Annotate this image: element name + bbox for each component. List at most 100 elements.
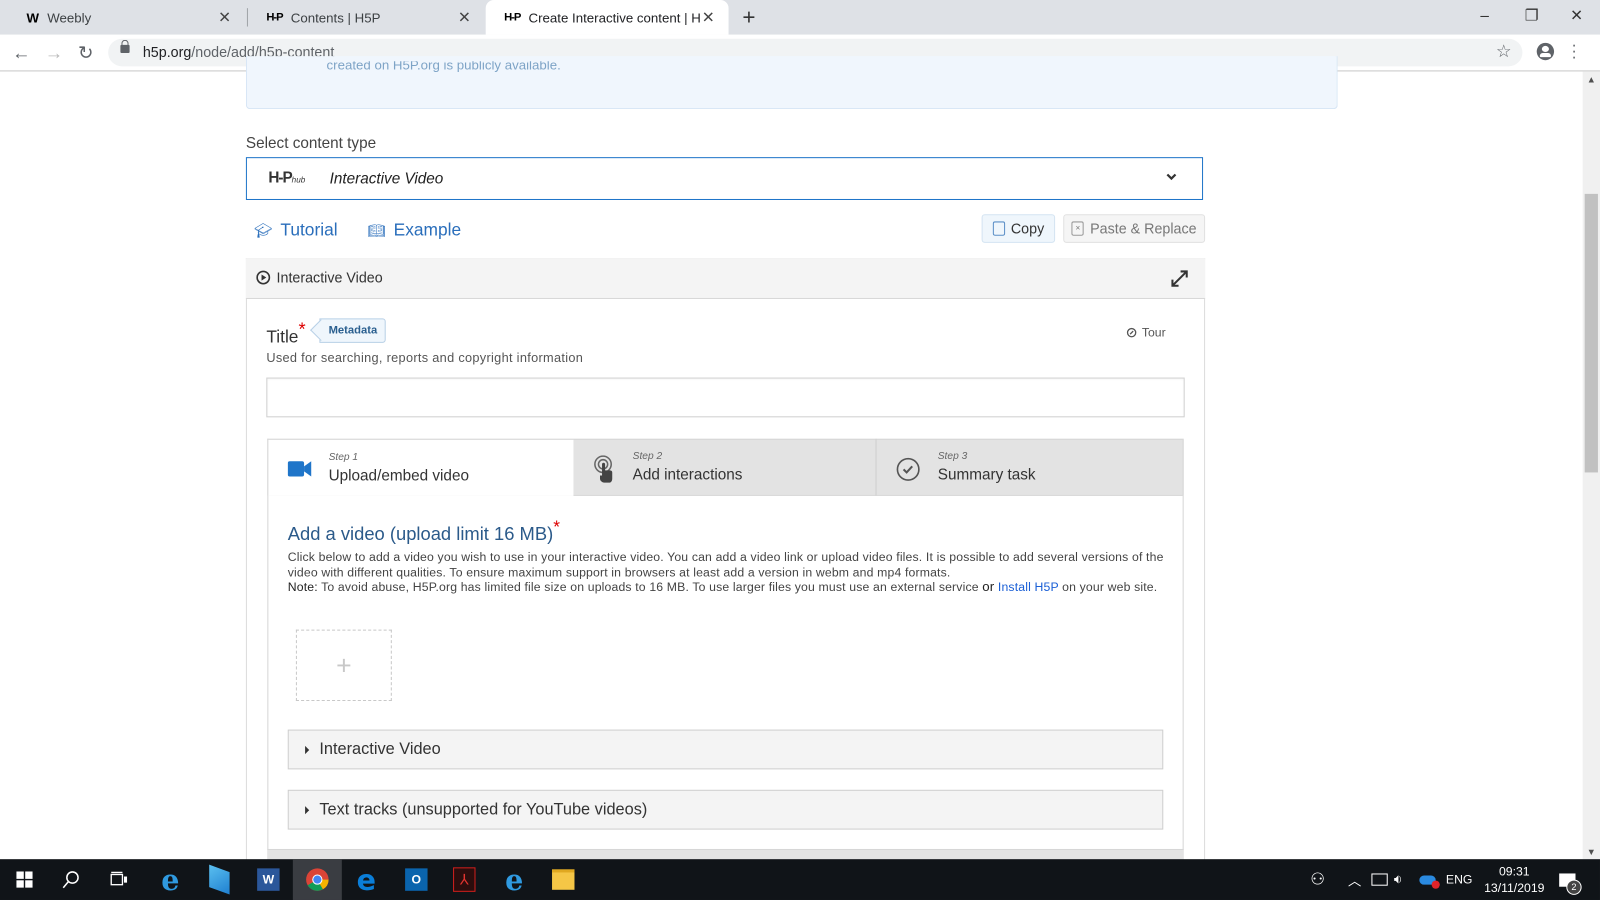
- people-icon[interactable]: ⚇: [1310, 859, 1325, 900]
- windows-start-icon[interactable]: [0, 859, 49, 900]
- caret-right-icon: [305, 745, 310, 754]
- step-label: Add interactions: [632, 466, 743, 484]
- accordion-interactive-video[interactable]: Interactive Video: [287, 729, 1164, 770]
- network-icon[interactable]: [1371, 859, 1388, 900]
- task-view-icon[interactable]: [95, 859, 144, 900]
- h5p-hub-logo: H-Phub: [268, 169, 305, 186]
- lock-icon: [120, 39, 130, 54]
- tab-create-interactive-content[interactable]: H-P Create Interactive content | H5P ✕: [485, 0, 729, 35]
- internet-explorer-icon[interactable]: e: [490, 859, 539, 900]
- clock[interactable]: 09:31 13/11/2019: [1482, 863, 1547, 896]
- plus-icon: +: [336, 649, 352, 681]
- paste-replace-button[interactable]: × Paste & Replace: [1063, 214, 1206, 243]
- acrobat-icon[interactable]: ⅄: [440, 859, 489, 900]
- book-icon: 📖︎: [367, 221, 386, 239]
- metadata-button[interactable]: Metadata: [319, 318, 386, 343]
- select-content-type-label: Select content type: [245, 134, 377, 153]
- add-video-heading: Add a video (upload limit 16 MB)*: [288, 517, 560, 545]
- reload-button[interactable]: ↻: [73, 41, 97, 65]
- outlook-icon[interactable]: O: [392, 859, 441, 900]
- step-2-tab[interactable]: Step 2 Add interactions: [573, 438, 877, 496]
- copy-icon: [992, 221, 1005, 236]
- onedrive-error-icon[interactable]: [1419, 859, 1440, 900]
- close-tab-icon[interactable]: ✕: [216, 8, 232, 26]
- h5p-favicon-icon: H-P: [504, 11, 521, 24]
- word-icon[interactable]: W: [244, 859, 293, 900]
- back-button[interactable]: ←: [9, 41, 33, 65]
- language-indicator[interactable]: ENG: [1446, 859, 1473, 900]
- bookmark-star-icon[interactable]: ☆: [1496, 42, 1512, 62]
- metadata-label: Metadata: [328, 324, 378, 337]
- clock-date: 13/11/2019: [1484, 880, 1545, 895]
- chrome-icon[interactable]: [292, 859, 342, 900]
- tour-label: Tour: [1141, 325, 1166, 340]
- required-asterisk: *: [553, 517, 560, 537]
- close-tab-icon[interactable]: ✕: [700, 8, 716, 26]
- editor-header-title: Interactive Video: [256, 269, 383, 286]
- scrollbar-thumb[interactable]: [1584, 193, 1598, 473]
- graduation-cap-icon: 🎓︎: [254, 221, 273, 239]
- step-3-tab[interactable]: Step 3 Summary task: [878, 439, 1184, 496]
- tutorial-label: Tutorial: [280, 220, 338, 240]
- file-explorer-icon[interactable]: [539, 859, 588, 900]
- touch-hand-icon: [594, 455, 613, 483]
- step-label: Summary task: [937, 466, 1036, 484]
- close-window-button[interactable]: ✕: [1553, 0, 1600, 31]
- step-1-tab[interactable]: Step 1 Upload/embed video: [267, 438, 574, 496]
- note-text: To avoid abuse, H5P.org has limited file…: [317, 579, 983, 595]
- required-asterisk: *: [298, 319, 306, 340]
- step-number: Step 3: [937, 451, 968, 463]
- action-center-icon[interactable]: 2: [1559, 859, 1582, 900]
- or-text: or: [982, 578, 995, 595]
- chevron-down-icon[interactable]: [1166, 171, 1177, 181]
- add-video-heading-text: Add a video (upload limit 16 MB): [287, 523, 554, 544]
- tour-button[interactable]: Tour: [1126, 325, 1166, 340]
- fullscreen-expand-icon[interactable]: [1170, 269, 1188, 287]
- tab-weebly[interactable]: W Weebly ✕: [8, 0, 245, 35]
- title-label-text: Title: [266, 327, 299, 347]
- note-label: Note:: [287, 579, 318, 595]
- title-input[interactable]: [266, 377, 1185, 418]
- editor-title-text: Interactive Video: [276, 269, 383, 286]
- example-label: Example: [393, 220, 462, 240]
- accordion-text-tracks[interactable]: Text tracks (unsupported for YouTube vid…: [287, 789, 1164, 830]
- scroll-up-arrow-icon[interactable]: ▲: [1583, 74, 1600, 84]
- clipboard-x-icon: ×: [1071, 221, 1085, 236]
- forward-button[interactable]: →: [42, 41, 66, 65]
- edge-icon[interactable]: e: [342, 859, 391, 900]
- step-number: Step 1: [328, 452, 359, 464]
- tutorial-link[interactable]: 🎓︎ Tutorial: [254, 220, 338, 240]
- add-video-description: Click below to add a video you wish to u…: [288, 550, 1166, 595]
- search-icon[interactable]: [47, 859, 96, 900]
- video-camera-icon: [287, 461, 312, 477]
- selected-content-type: Interactive Video: [329, 170, 444, 188]
- tab-title: Weebly: [47, 9, 92, 25]
- restore-button[interactable]: ❐: [1508, 0, 1555, 31]
- hub-logo-sub: hub: [291, 175, 306, 185]
- tab-title: Contents | H5P: [290, 9, 381, 25]
- tab-contents-h5p[interactable]: H-P Contents | H5P ✕: [248, 0, 485, 35]
- minimize-button[interactable]: –: [1461, 0, 1508, 31]
- volume-icon[interactable]: 🔉︎: [1394, 859, 1402, 900]
- internet-explorer-icon[interactable]: e: [146, 859, 195, 900]
- step-label: Upload/embed video: [328, 467, 469, 485]
- install-h5p-link[interactable]: Install H5P: [998, 580, 1059, 594]
- example-link[interactable]: 📖︎ Example: [367, 220, 461, 240]
- menu-kebab-icon[interactable]: · · ·: [1571, 37, 1576, 66]
- scroll-down-arrow-icon[interactable]: ▼: [1583, 847, 1600, 857]
- caret-right-icon: [305, 805, 310, 814]
- add-video-button[interactable]: +: [295, 629, 392, 702]
- copy-button[interactable]: Copy: [981, 214, 1056, 243]
- h5p-favicon-icon: H-P: [266, 11, 283, 24]
- show-hidden-icons-chevron[interactable]: ︿: [1348, 859, 1361, 900]
- profile-icon[interactable]: [1536, 42, 1555, 61]
- close-tab-icon[interactable]: ✕: [456, 8, 472, 26]
- notification-count-badge: 2: [1566, 879, 1582, 895]
- compass-icon: [1126, 327, 1137, 338]
- note-text-end: on your web site.: [1058, 579, 1158, 595]
- description-text: Click below to add a video you wish to u…: [287, 549, 1164, 580]
- weebly-favicon-icon: W: [26, 9, 40, 25]
- new-tab-button[interactable]: +: [737, 4, 761, 31]
- title-field-label: Title*: [266, 319, 305, 347]
- app-icon[interactable]: [195, 859, 244, 900]
